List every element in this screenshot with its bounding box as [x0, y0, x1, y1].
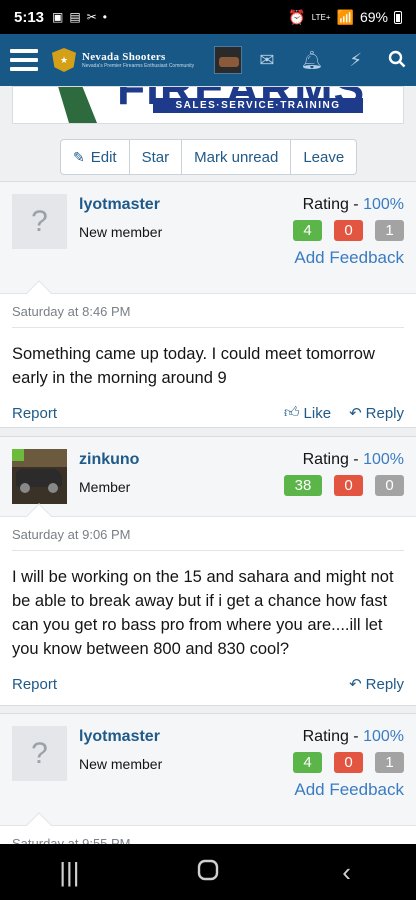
bolt-icon[interactable]: ⚡︎ [349, 51, 362, 69]
reply-icon: ↶ [349, 405, 362, 422]
rating-label: Rating - [302, 451, 364, 468]
positive-count-badge: 38 [284, 475, 322, 496]
recent-apps-icon[interactable]: ||| [39, 857, 99, 888]
top-navbar: ★ Nevada Shooters Nevada's Premier Firea… [0, 34, 416, 86]
bell-icon[interactable]: 🔔︎ [301, 51, 324, 69]
add-feedback-link[interactable]: Add Feedback [294, 780, 404, 800]
username-link[interactable]: lyotmaster [79, 728, 160, 746]
negative-count-badge: 0 [334, 220, 363, 241]
scissors-icon: ✂ [86, 10, 97, 24]
edit-label: Edit [90, 148, 117, 166]
account-avatar[interactable] [214, 46, 243, 74]
site-logo[interactable]: ★ Nevada Shooters Nevada's Premier Firea… [52, 48, 194, 72]
logo-subtitle: Nevada's Premier Firearms Enthusiast Com… [82, 63, 195, 69]
rating-summary: Rating - 100% [303, 196, 404, 214]
avatar[interactable]: ? [12, 726, 67, 781]
username-link[interactable]: lyotmaster [79, 196, 160, 214]
envelope-icon[interactable]: ✉ [259, 51, 274, 69]
dot-icon: • [102, 10, 107, 24]
reply-button[interactable]: ↶ Reply [349, 675, 404, 694]
calendar-icon: ▤ [69, 10, 81, 24]
negative-count-badge: 0 [334, 475, 363, 496]
gallery-icon: ▣ [52, 10, 64, 24]
sponsor-banner[interactable]: FIREARMS SALES·SERVICE·TRAINING [12, 86, 404, 124]
search-icon[interactable] [388, 50, 406, 71]
neutral-count-badge: 1 [375, 220, 404, 241]
battery-icon [394, 10, 402, 24]
status-bar: 5:13 ▣ ▤ ✂ • ⏰ LTE+ 📶 69% [0, 0, 416, 34]
system-nav-bar: ||| ‹ [0, 844, 416, 900]
star-button[interactable]: Star [130, 140, 183, 174]
positive-count-badge: 4 [293, 752, 322, 773]
user-title: New member [79, 756, 163, 772]
like-button[interactable]: 👍︎ Like [284, 404, 331, 422]
message-post: ? lyotmaster New member Rating - 100% 4 … [0, 713, 416, 844]
post-date[interactable]: Saturday at 9:06 PM [12, 517, 404, 551]
user-title: New member [79, 224, 163, 240]
neutral-count-badge: 0 [375, 475, 404, 496]
reply-label: Reply [365, 404, 404, 422]
alarm-icon: ⏰ [288, 8, 306, 25]
menu-icon[interactable] [10, 49, 38, 71]
avatar[interactable] [12, 449, 67, 504]
thread-content: FIREARMS SALES·SERVICE·TRAINING ✎ Edit S… [0, 86, 416, 844]
reply-label: Reply [365, 675, 404, 693]
back-icon[interactable]: ‹ [317, 857, 377, 888]
rating-label: Rating - [302, 728, 364, 745]
report-link[interactable]: Report [12, 405, 57, 422]
positive-count-badge: 4 [293, 220, 322, 241]
signal-icon: 📶 [336, 8, 354, 25]
nevada-shape [57, 87, 97, 123]
avatar[interactable]: ? [12, 194, 67, 249]
mark-unread-button[interactable]: Mark unread [182, 140, 292, 174]
pencil-icon: ✎ [73, 148, 85, 165]
thumbs-up-icon: 👍︎ [283, 404, 300, 421]
rating-percent: 100% [363, 728, 404, 745]
rating-percent: 100% [363, 196, 404, 213]
thread-actions: ✎ Edit Star Mark unread Leave [60, 139, 358, 175]
rating-percent: 100% [363, 451, 404, 468]
banner-tagline: SALES·SERVICE·TRAINING [153, 98, 363, 113]
logo-title: Nevada Shooters [82, 51, 166, 63]
post-date[interactable]: Saturday at 9:55 PM [12, 826, 404, 844]
post-user-header: ? lyotmaster New member Rating - 100% 4 … [0, 182, 416, 306]
edit-button[interactable]: ✎ Edit [61, 140, 130, 174]
post-message: Something came up today. I could meet to… [12, 345, 375, 387]
battery-level: 69% [359, 9, 388, 25]
post-user-header: ? lyotmaster New member Rating - 100% 4 … [0, 714, 416, 838]
user-title: Member [79, 479, 131, 495]
message-post: zinkuno Member Rating - 100% 38 0 0 Satu… [0, 436, 416, 706]
neutral-count-badge: 1 [375, 752, 404, 773]
status-notification-icons: ▣ ▤ ✂ • [52, 10, 107, 24]
username-link[interactable]: zinkuno [79, 451, 139, 469]
home-icon[interactable] [178, 857, 238, 888]
leave-button[interactable]: Leave [291, 140, 356, 174]
like-label: Like [303, 404, 332, 422]
rating-label: Rating - [302, 196, 364, 213]
rating-summary: Rating - 100% [303, 728, 404, 746]
post-user-header: zinkuno Member Rating - 100% 38 0 0 [0, 437, 416, 529]
network-type: LTE+ [311, 12, 331, 22]
post-message: I will be working on the 15 and sahara a… [12, 568, 394, 658]
negative-count-badge: 0 [334, 752, 363, 773]
reply-icon: ↶ [349, 676, 362, 693]
report-link[interactable]: Report [12, 676, 57, 693]
reply-button[interactable]: ↶ Reply [349, 404, 404, 423]
post-date[interactable]: Saturday at 8:46 PM [12, 294, 404, 328]
add-feedback-link[interactable]: Add Feedback [294, 248, 404, 268]
logo-badge-icon: ★ [52, 48, 76, 72]
status-time: 5:13 [14, 8, 45, 26]
rating-summary: Rating - 100% [303, 451, 404, 469]
message-post: ? lyotmaster New member Rating - 100% 4 … [0, 181, 416, 428]
